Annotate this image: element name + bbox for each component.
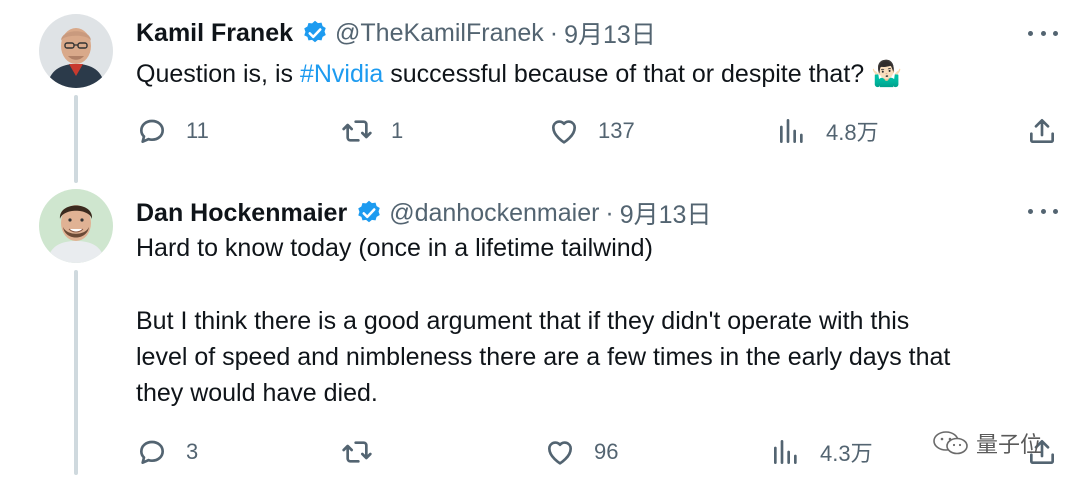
like-count: 96 bbox=[594, 439, 619, 464]
separator-dot: · bbox=[605, 198, 614, 227]
tweet-line: But I think there is a good argument tha… bbox=[136, 307, 910, 335]
views-button[interactable]: 4.8万 bbox=[776, 113, 879, 149]
avatar-icon bbox=[39, 14, 113, 88]
retweet-button[interactable]: 1 bbox=[341, 113, 403, 149]
more-options-icon[interactable] bbox=[1028, 23, 1058, 43]
tweet-header: Kamil Franek @TheKamilFranek · 9月13日 bbox=[136, 15, 656, 51]
author-handle[interactable]: @TheKamilFranek bbox=[335, 19, 544, 48]
tweet-text: But I think there is a good argument tha… bbox=[136, 303, 950, 411]
tweet-date[interactable]: 9月13日 bbox=[620, 195, 712, 231]
verified-badge-icon bbox=[304, 20, 326, 43]
view-count: 4.3万 bbox=[820, 441, 873, 466]
hashtag-link[interactable]: #Nvidia bbox=[300, 60, 383, 88]
like-button[interactable]: 96 bbox=[544, 434, 618, 470]
thread-line bbox=[74, 270, 78, 475]
more-options-icon[interactable] bbox=[1028, 201, 1058, 221]
verified-badge-icon bbox=[358, 200, 380, 223]
retweet-icon bbox=[342, 441, 372, 463]
like-button[interactable]: 137 bbox=[548, 113, 635, 149]
watermark-text: 量子位 bbox=[975, 433, 1042, 458]
tweet-header: Dan Hockenmaier @danhockenmaier · 9月13日 bbox=[136, 195, 711, 231]
thread-line bbox=[74, 95, 78, 183]
tweet-text: Hard to know today (once in a lifetime t… bbox=[136, 230, 653, 266]
reply-count: 11 bbox=[186, 118, 209, 143]
reply-count: 3 bbox=[186, 439, 199, 464]
view-count: 4.8万 bbox=[826, 120, 879, 145]
tweet-text-part: successful because of that or despite th… bbox=[383, 60, 872, 88]
heart-icon bbox=[547, 441, 573, 465]
views-chart-icon bbox=[780, 119, 803, 143]
reply-icon bbox=[140, 119, 164, 143]
author-handle[interactable]: @danhockenmaier bbox=[389, 199, 599, 228]
tweet-line: they would have died. bbox=[136, 379, 378, 407]
tweet-actions: 11 1 137 4.8万 bbox=[136, 113, 1060, 149]
author-name[interactable]: Dan Hockenmaier bbox=[136, 199, 347, 228]
author-name[interactable]: Kamil Franek bbox=[136, 19, 293, 48]
tweet-text: Question is, is #Nvidia successful becau… bbox=[136, 56, 902, 92]
heart-icon bbox=[551, 120, 577, 144]
reply-button[interactable]: 11 bbox=[136, 113, 209, 149]
avatar[interactable] bbox=[39, 189, 113, 263]
shrug-emoji: 🤷🏻‍♂️ bbox=[871, 60, 903, 88]
views-button[interactable]: 4.3万 bbox=[770, 434, 873, 470]
retweet-button[interactable] bbox=[341, 434, 391, 470]
tweet-date[interactable]: 9月13日 bbox=[564, 15, 656, 51]
reply-icon bbox=[140, 440, 164, 464]
avatar[interactable] bbox=[39, 14, 113, 88]
tweet-line: level of speed and nimbleness there are … bbox=[136, 343, 951, 371]
retweet-count: 1 bbox=[391, 118, 404, 143]
reply-button[interactable]: 3 bbox=[136, 434, 198, 470]
like-count: 137 bbox=[598, 118, 635, 143]
watermark: 量子位 bbox=[932, 427, 1042, 459]
wechat-icon bbox=[933, 431, 968, 455]
retweet-icon bbox=[342, 120, 372, 142]
tweet-actions: 3 96 4.3万 bbox=[136, 434, 1060, 470]
avatar-icon bbox=[39, 189, 113, 263]
share-icon bbox=[1030, 119, 1054, 143]
share-button[interactable] bbox=[1026, 113, 1058, 149]
separator-dot: · bbox=[549, 18, 559, 47]
tweet-line: Hard to know today (once in a lifetime t… bbox=[136, 234, 653, 262]
views-chart-icon bbox=[774, 440, 797, 464]
tweet-text-part: Question is, is bbox=[136, 60, 300, 88]
